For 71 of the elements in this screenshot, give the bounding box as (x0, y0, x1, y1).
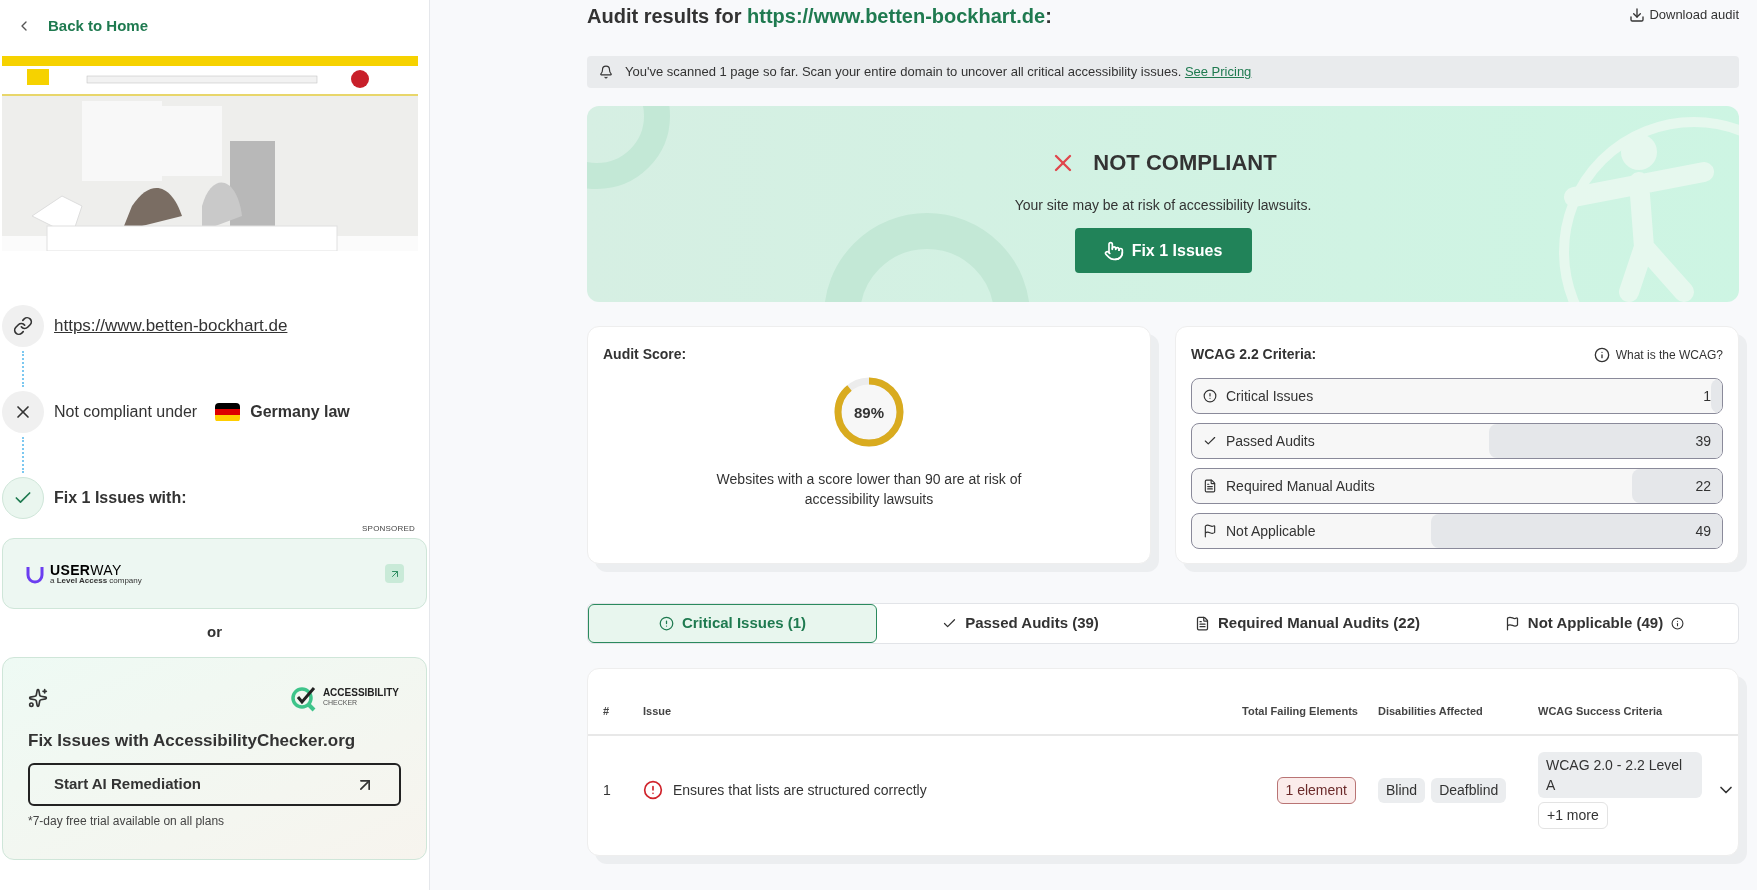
document-icon (1195, 616, 1210, 631)
column-header: Total Failing Elements (1241, 704, 1359, 720)
wcag-help-link[interactable]: What is the WCAG? (1593, 345, 1723, 364)
info-icon (1593, 346, 1610, 363)
fix-issues-button[interactable]: Fix 1 Issues (1074, 228, 1252, 273)
sparkles-icon (28, 687, 48, 708)
back-link[interactable]: Back to Home (16, 15, 149, 37)
compliance-status: NOT COMPLIANT (1093, 149, 1277, 177)
check-icon (1203, 434, 1217, 448)
criteria-tag: WCAG 2.0 - 2.2 Level A (1538, 751, 1702, 798)
check-icon (2, 477, 44, 519)
external-link-icon (385, 564, 404, 583)
score-caption: Websites with a score lower than 90 are at risk of accessibility lawsuits (715, 470, 1023, 509)
criteria-count: 22 (1695, 476, 1711, 496)
start-remediation-button[interactable]: Start AI Remediation (28, 763, 401, 806)
column-header: Disabilities Affected (1378, 704, 1484, 720)
criteria-count: 1 (1703, 386, 1711, 406)
document-icon (1203, 479, 1217, 493)
tab[interactable]: Critical Issues (1) (588, 604, 877, 643)
criteria-label: Not Applicable (1226, 521, 1316, 541)
bell-icon (599, 65, 613, 79)
criteria-row[interactable]: Passed Audits 39 (1191, 423, 1723, 459)
criteria-row[interactable]: Not Applicable 49 (1191, 513, 1723, 549)
card-title: WCAG 2.2 Criteria: (1191, 345, 1317, 364)
tab[interactable]: Not Applicable (49) (1451, 604, 1738, 643)
compliance-status: Not compliant under (54, 402, 198, 422)
criteria-row[interactable]: Required Manual Audits 22 (1191, 468, 1723, 504)
flag-icon (1504, 616, 1520, 631)
or-label: or (207, 622, 222, 642)
alert-icon (1203, 389, 1217, 403)
disability-tag: Deafblind (1431, 777, 1507, 803)
tab[interactable]: Required Manual Audits (22) (1164, 604, 1451, 643)
column-header: Issue (643, 704, 673, 720)
sponsored-label: SPONSORED (362, 523, 415, 535)
column-header: WCAG Success Criteria (1538, 704, 1664, 720)
risk-message: Your site may be at risk of accessibility lawsuits. (1014, 196, 1312, 215)
checker-logo: ACCESSIBILITY (322, 686, 399, 700)
alert-icon (643, 780, 663, 800)
tab[interactable]: Passed Audits (39) (877, 604, 1164, 643)
download-button[interactable]: Download audit (1629, 5, 1739, 25)
site-link[interactable]: https://www.betten-bockhart.de (54, 313, 288, 339)
criteria-label: Passed Audits (1226, 431, 1315, 451)
criteria-label: Critical Issues (1226, 386, 1314, 406)
issue-title: Ensures that lists are structured correctly (673, 780, 927, 800)
criteria-row[interactable]: Critical Issues 1 (1191, 378, 1723, 414)
flag-icon (1203, 524, 1217, 538)
score-value: 89% (854, 404, 884, 420)
userway-card[interactable]: USERWAY a Level Access company (2, 538, 427, 609)
column-header: # (602, 704, 611, 720)
download-icon (1629, 6, 1646, 23)
userway-tagline: a Level Access company (50, 576, 142, 585)
failing-count: 1 element (1276, 776, 1356, 804)
criteria-count: 49 (1695, 521, 1711, 541)
alert-icon (658, 616, 674, 631)
notice-text: You've scanned 1 page so far. Scan your entire domain to uncover all critical accessibility issues. See Pricing (625, 63, 1252, 82)
trial-note: *7-day free trial available on all plans (28, 813, 226, 830)
more-tag: +1 more (1538, 801, 1608, 829)
userway-logo: USERWAY (50, 562, 123, 577)
criteria-label: Required Manual Audits (1226, 476, 1375, 496)
law-name: Germany law (250, 402, 350, 422)
page-title: Audit results for https://www.betten-bockhart.de: (587, 4, 1052, 29)
issue-row[interactable]: 1 Ensures that lists are structured correctly 1 element Blind Deafblind WCAG 2.0 - 2.2 Level A +1 more (588, 736, 1738, 844)
disability-tag: Blind (1378, 777, 1426, 803)
germany-flag-icon (215, 402, 241, 422)
card-title: Audit Score: (603, 345, 688, 364)
pricing-link[interactable]: See Pricing (1184, 64, 1252, 80)
issue-number: 1 (602, 780, 612, 800)
pointer-icon (1103, 240, 1124, 261)
fix-heading: Fix 1 Issues with: (54, 488, 187, 508)
criteria-count: 39 (1695, 431, 1711, 451)
checker-title: Fix Issues with AccessibilityChecker.org (28, 729, 357, 752)
